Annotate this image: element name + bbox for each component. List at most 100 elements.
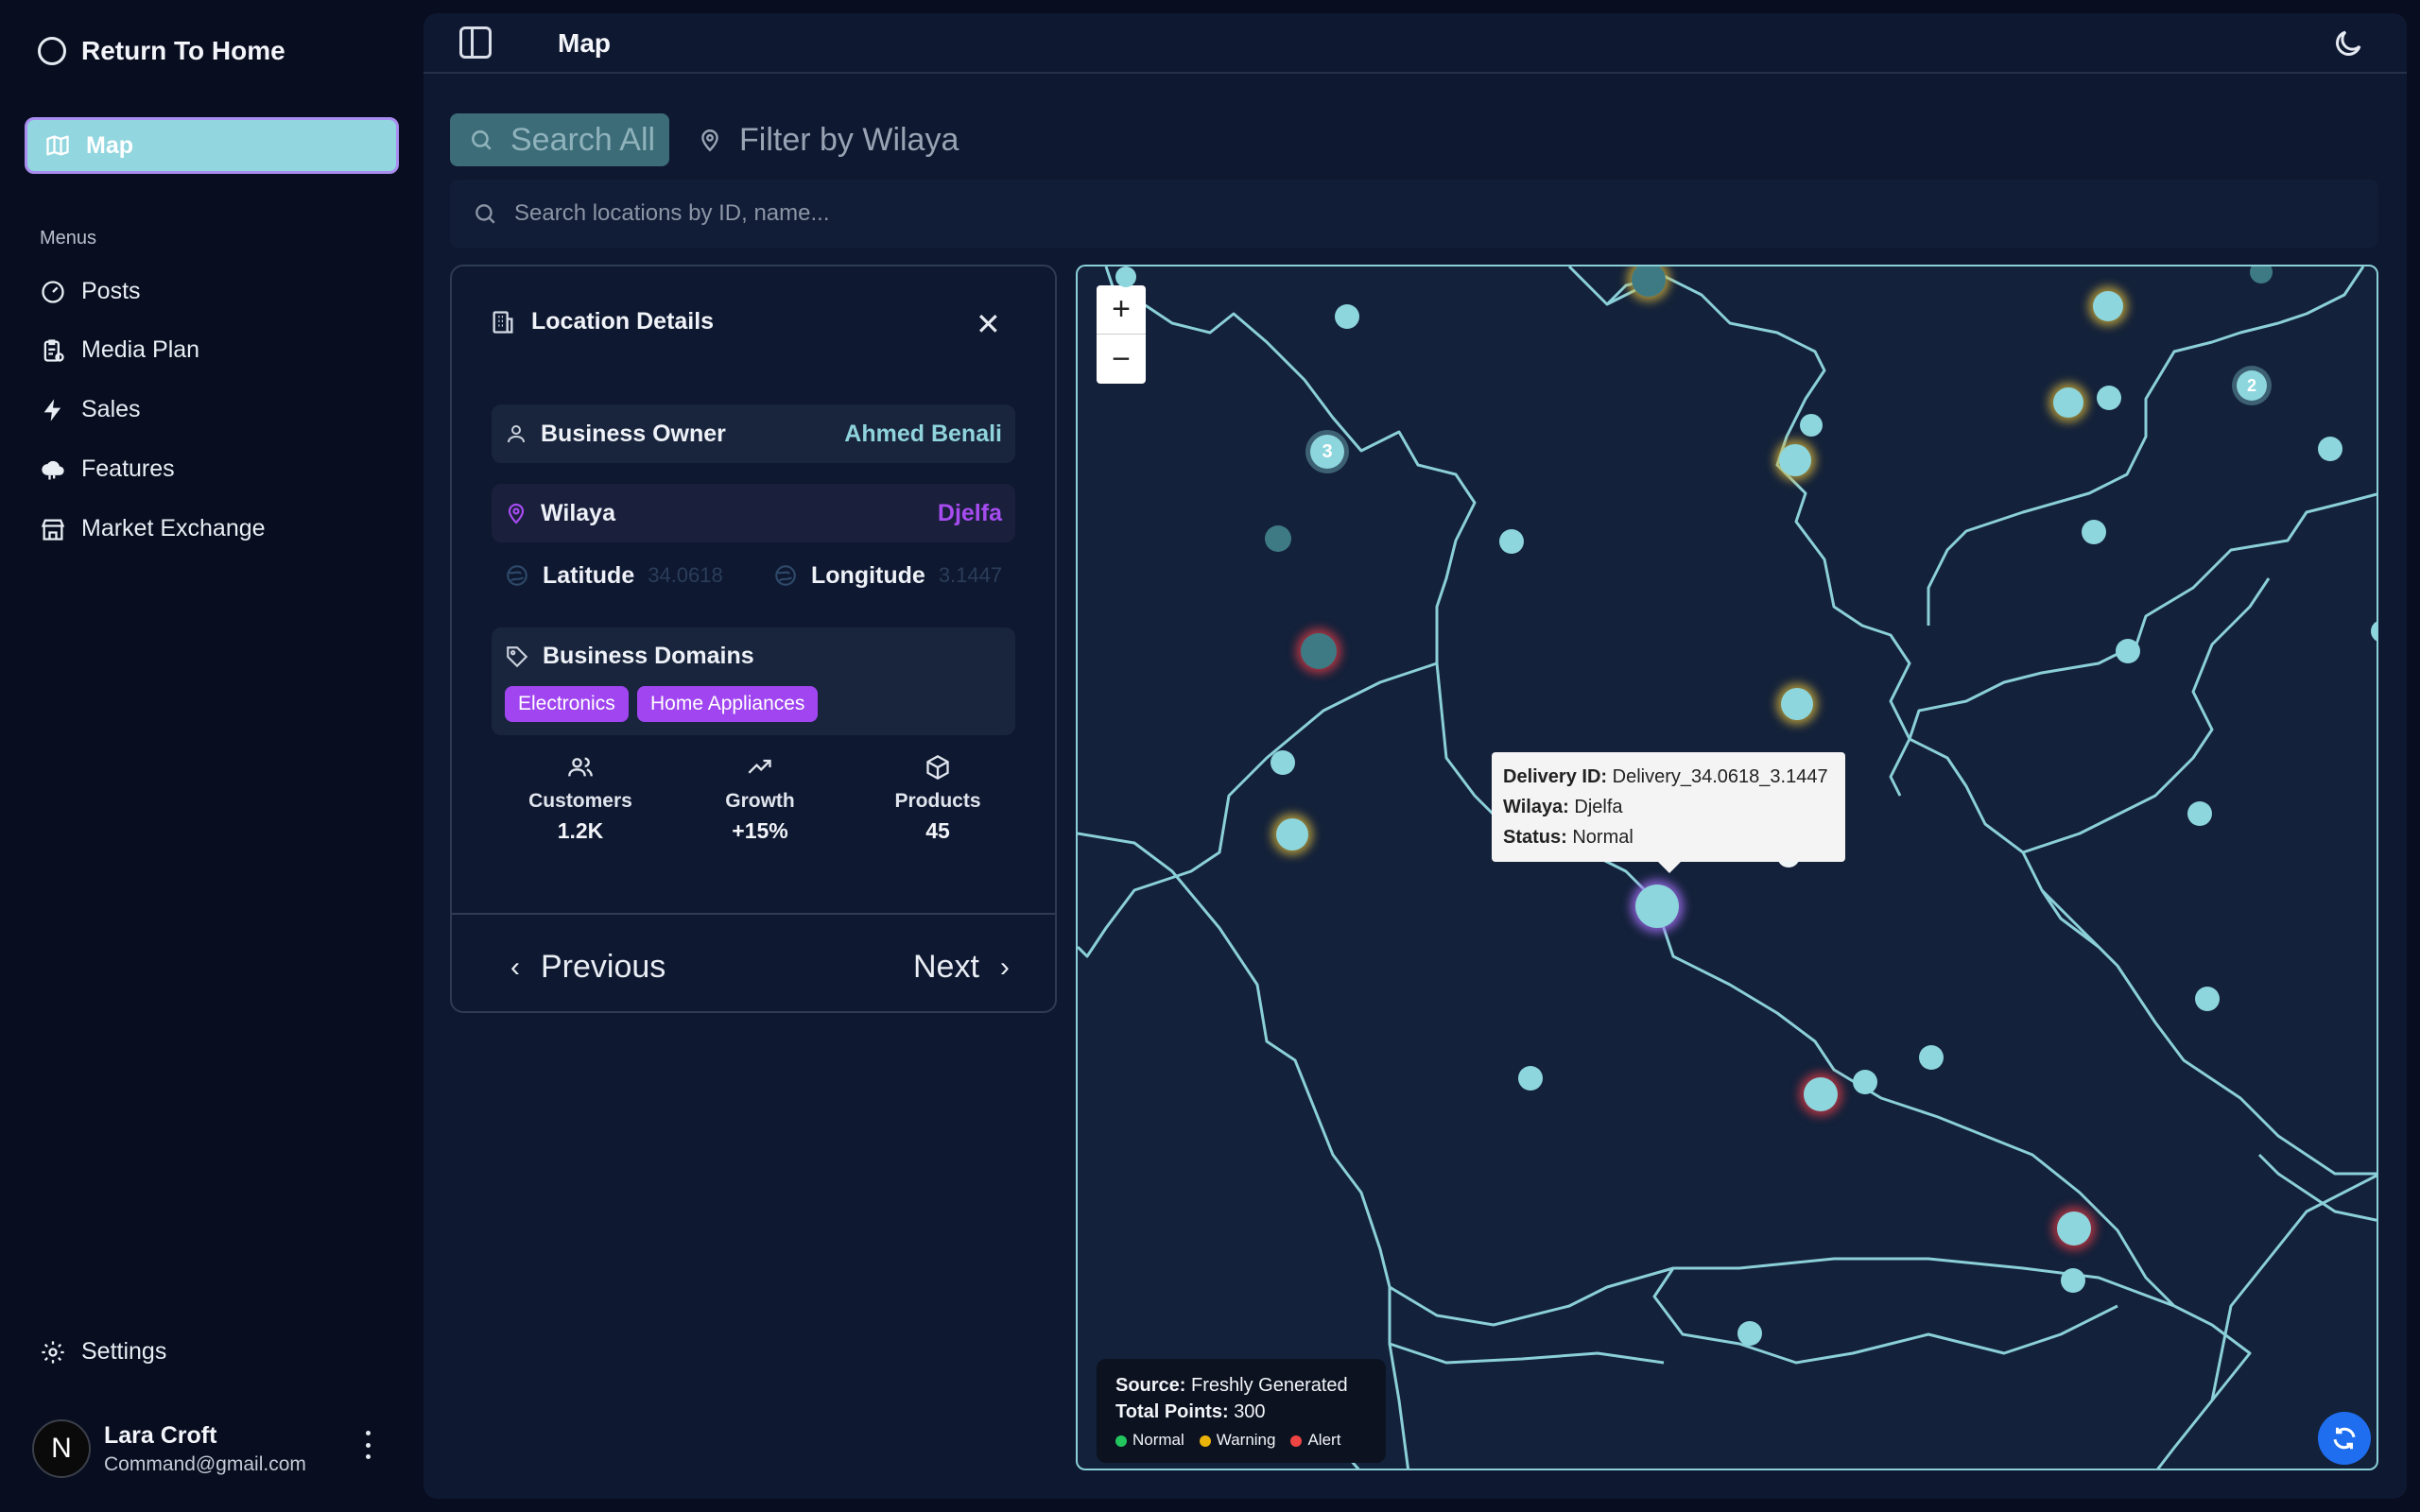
map-icon — [46, 135, 69, 156]
marker-cluster[interactable]: 2 — [2237, 370, 2267, 401]
map-marker[interactable] — [2195, 987, 2220, 1011]
sidebar-item-sales[interactable]: Sales — [40, 396, 141, 423]
map-marker[interactable] — [1800, 414, 1823, 437]
business-domains: Business Domains Electronics Home Applia… — [492, 627, 1015, 735]
map-marker[interactable] — [1265, 525, 1291, 552]
tooltip-wilaya-value: Djelfa — [1574, 797, 1623, 817]
user-icon — [508, 425, 525, 443]
chevron-right-icon: › — [999, 951, 1010, 983]
legend-normal: Normal — [1115, 1431, 1184, 1450]
map-pin-icon — [508, 503, 525, 524]
menus-section-label: Menus — [40, 228, 97, 249]
wilaya-row: Wilaya Djelfa — [492, 484, 1015, 542]
sidebar-item-map[interactable]: Map — [25, 117, 399, 174]
logo-icon — [38, 37, 66, 65]
map-marker[interactable] — [1779, 444, 1811, 476]
moon-icon[interactable] — [2331, 26, 2365, 60]
legend-warning: Warning — [1199, 1431, 1275, 1450]
map-marker[interactable] — [1804, 1077, 1838, 1111]
tooltip-status-label: Status: — [1503, 827, 1567, 848]
stat-value: 1.2K — [557, 818, 604, 843]
map-marker[interactable] — [1115, 266, 1136, 287]
owner-value: Ahmed Benali — [844, 420, 1002, 447]
selected-map-marker[interactable] — [1635, 885, 1679, 928]
domains-label: Business Domains — [543, 643, 754, 669]
details-header: Location Details — [490, 308, 714, 335]
sidebar-item-settings[interactable]: Settings — [40, 1338, 166, 1366]
stat-value: 45 — [925, 818, 950, 843]
user-email: Command@gmail.com — [104, 1452, 306, 1475]
longitude-label: Longitude — [811, 561, 925, 589]
map-view[interactable]: + − 3 2 Delivery ID: Delivery_34.0618_3.… — [1076, 265, 2378, 1470]
stat-label: Products — [894, 790, 981, 812]
return-home-link[interactable]: Return To Home — [38, 36, 285, 66]
map-marker[interactable] — [1335, 304, 1359, 329]
sidebar-item-features[interactable]: Features — [40, 455, 175, 483]
details-title: Location Details — [531, 308, 715, 335]
chevron-left-icon: ‹ — [510, 951, 520, 983]
previous-button[interactable]: ‹ Previous — [510, 949, 666, 986]
map-marker[interactable] — [2057, 1211, 2091, 1246]
user-name: Lara Croft — [104, 1421, 217, 1449]
map-marker[interactable] — [1781, 688, 1813, 720]
tag-icon — [507, 645, 528, 667]
refresh-button[interactable] — [2318, 1412, 2371, 1465]
close-icon[interactable]: ✕ — [976, 306, 1001, 342]
latitude-field: Latitude 34.0618 — [505, 546, 723, 605]
location-search-input[interactable]: Search locations by ID, name... — [450, 180, 2378, 248]
zoom-control: + − — [1097, 285, 1146, 384]
more-vertical-icon[interactable] — [363, 1431, 372, 1459]
marker-cluster[interactable]: 3 — [1310, 435, 1344, 469]
legend-source-value: Freshly Generated — [1191, 1375, 1348, 1396]
map-marker[interactable] — [1270, 750, 1295, 775]
map-pin-icon — [701, 129, 718, 152]
stat-products: Products 45 — [872, 754, 1004, 844]
user-profile[interactable]: N Lara Croft Command@gmail.com — [32, 1419, 306, 1478]
map-marker[interactable] — [2061, 1268, 2085, 1293]
map-marker[interactable] — [2093, 291, 2123, 321]
map-marker[interactable] — [1301, 633, 1337, 669]
map-marker[interactable] — [2187, 801, 2212, 826]
sidebar-item-media-plan[interactable]: Media Plan — [40, 336, 199, 364]
map-marker[interactable] — [1853, 1070, 1877, 1094]
map-marker[interactable] — [2082, 520, 2106, 544]
map-marker[interactable] — [2097, 386, 2121, 410]
sidebar-item-market-exchange[interactable]: Market Exchange — [40, 515, 266, 542]
tooltip-status-value: Normal — [1572, 827, 1634, 848]
sidebar-toggle-icon[interactable] — [459, 26, 492, 59]
sidebar-item-posts[interactable]: Posts — [40, 278, 141, 305]
legend-alert: Alert — [1290, 1431, 1340, 1450]
stat-customers: Customers 1.2K — [514, 754, 647, 844]
map-marker[interactable] — [1919, 1045, 1944, 1070]
search-placeholder: Search locations by ID, name... — [514, 200, 830, 226]
map-marker[interactable] — [1737, 1321, 1762, 1346]
legend-source-label: Source: — [1115, 1375, 1186, 1396]
refresh-icon — [2333, 1427, 2356, 1450]
zoom-out-button[interactable]: − — [1097, 335, 1146, 384]
location-details-panel: Location Details ✕ Business Owner Ahmed … — [450, 265, 1057, 1013]
latitude-label: Latitude — [543, 561, 635, 589]
map-marker[interactable] — [1499, 529, 1524, 554]
users-icon — [568, 757, 593, 777]
map-marker[interactable] — [2318, 437, 2342, 461]
trending-up-icon — [748, 759, 771, 774]
map-marker[interactable] — [1276, 818, 1308, 850]
zoom-in-button[interactable]: + — [1097, 285, 1146, 335]
map-marker[interactable] — [2116, 639, 2140, 663]
longitude-field: Longitude 3.1447 — [773, 546, 1002, 605]
stat-growth: Growth +15% — [694, 754, 826, 844]
sidebar-item-label: Market Exchange — [81, 515, 266, 541]
tab-search-all[interactable]: Search All — [450, 113, 669, 166]
map-legend: Source: Freshly Generated Total Points: … — [1097, 1359, 1386, 1463]
tab-filter-wilaya[interactable]: Filter by Wilaya — [698, 113, 959, 166]
building-icon — [493, 310, 513, 334]
next-button[interactable]: Next › — [913, 949, 1010, 986]
map-marker[interactable] — [2053, 387, 2083, 418]
page-title: Map — [558, 28, 611, 58]
sidebar-item-label: Posts — [81, 278, 141, 304]
map-marker[interactable] — [1518, 1066, 1543, 1091]
clipboard-icon — [43, 338, 64, 362]
next-label: Next — [913, 949, 979, 985]
domain-tag: Electronics — [505, 686, 629, 722]
tooltip-id-value: Delivery_34.0618_3.1447 — [1612, 766, 1828, 787]
